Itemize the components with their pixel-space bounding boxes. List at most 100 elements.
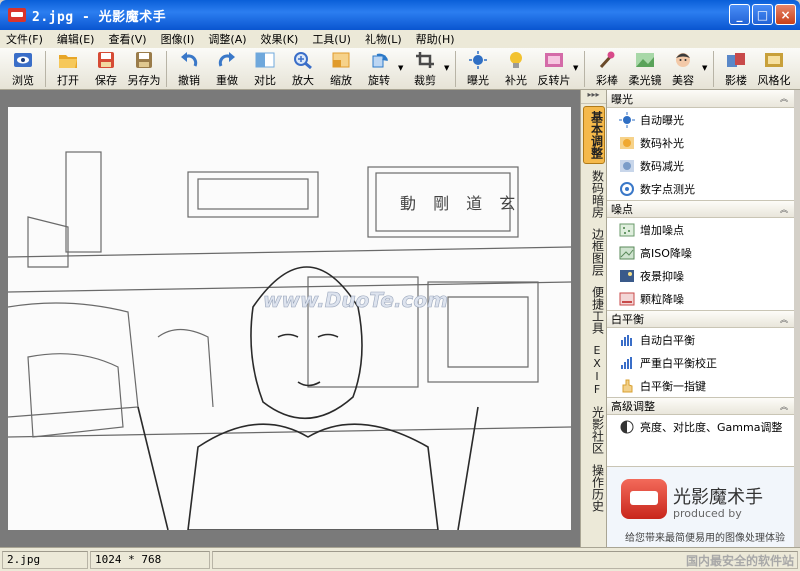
- soft-light-icon: [634, 50, 656, 70]
- auto-wb-item[interactable]: 自动白平衡: [607, 328, 794, 351]
- toolbar-divider: [166, 51, 167, 87]
- crop-dropdown-icon[interactable]: ▼: [444, 64, 452, 72]
- rotate-button[interactable]: 旋转: [360, 48, 398, 89]
- status-bar: 2.jpg 1024 * 768 国内最安全的软件站: [0, 547, 800, 571]
- close-button[interactable]: ×: [775, 4, 796, 25]
- resize-button[interactable]: 缩放: [322, 48, 360, 89]
- save-icon: [95, 50, 117, 70]
- save-button[interactable]: 保存: [87, 48, 125, 89]
- toolbar-divider: [455, 51, 456, 87]
- night-denoise-item[interactable]: 夜景抑噪: [607, 264, 794, 287]
- auto-exposure-item[interactable]: 自动曝光: [607, 108, 794, 131]
- browse-button[interactable]: 浏览: [4, 48, 42, 89]
- tab-exif[interactable]: EXIF: [583, 340, 605, 400]
- zoom-in-icon: [292, 50, 314, 70]
- collapse-icon[interactable]: ︽: [780, 314, 788, 325]
- resize-icon: [330, 50, 352, 70]
- menu-image[interactable]: 图像(I): [161, 31, 195, 47]
- add-noise-item[interactable]: 增加噪点: [607, 218, 794, 241]
- spot-meter-item[interactable]: 数字点测光: [607, 177, 794, 200]
- save-as-button[interactable]: 另存为: [125, 48, 163, 89]
- tab-history[interactable]: 操作历史: [583, 460, 605, 516]
- undo-icon: [178, 50, 200, 70]
- crop-button[interactable]: 裁剪: [406, 48, 444, 89]
- beauty-button[interactable]: 美容: [664, 48, 702, 89]
- tab-quick-tools[interactable]: 便捷工具: [583, 282, 605, 338]
- collapse-icon[interactable]: ︽: [780, 93, 788, 104]
- photo-canvas[interactable]: 動 剛 道 玄 www.DuoTe.com: [8, 107, 571, 530]
- status-dimensions: 1024 * 768: [90, 550, 210, 569]
- toolbar-divider: [45, 51, 46, 87]
- tab-basic-adjust[interactable]: 基本调整: [582, 106, 605, 164]
- auto-wb-icon: [619, 332, 635, 348]
- brightness-contrast-item[interactable]: 亮度、对比度、Gamma调整: [607, 415, 794, 438]
- undo-button[interactable]: 撤销: [170, 48, 208, 89]
- eye-icon: [12, 50, 34, 70]
- stylize-button[interactable]: 风格化: [755, 48, 793, 89]
- beauty-dropdown-icon[interactable]: ▼: [702, 64, 710, 72]
- sketch-photo: 動 剛 道 玄 www.DuoTe.com: [8, 107, 571, 530]
- grain-denoise-item[interactable]: 颗粒降噪: [607, 287, 794, 310]
- color-wand-icon: [596, 50, 618, 70]
- adjust-panel: 曝光 ︽ 自动曝光 数码补光 数码减光 数字点测光 噪点 ︽ 增加噪点 高ISO…: [606, 90, 794, 547]
- night-denoise-icon: [619, 268, 635, 284]
- digital-dim-item[interactable]: 数码减光: [607, 154, 794, 177]
- collapse-icon[interactable]: ︽: [780, 401, 788, 412]
- toolbar: 浏览 打开 保存 另存为 撤销 重做 对比 放大 缩放 旋转 ▼ 裁剪 ▼ 曝光…: [0, 48, 800, 90]
- panel-collapse-handle[interactable]: ▸▸▸: [581, 90, 606, 104]
- menu-adjust[interactable]: 调整(A): [208, 31, 246, 47]
- auto-exposure-icon: [619, 111, 635, 128]
- menu-view[interactable]: 查看(V): [108, 31, 146, 47]
- redo-icon: [216, 50, 238, 70]
- section-exposure-header[interactable]: 曝光 ︽: [607, 90, 794, 108]
- redo-button[interactable]: 重做: [208, 48, 246, 89]
- grain-denoise-icon: [619, 291, 635, 307]
- section-noise-header[interactable]: 噪点 ︽: [607, 200, 794, 218]
- zoom-in-button[interactable]: 放大: [284, 48, 322, 89]
- wb-finger-item[interactable]: 白平衡一指键: [607, 374, 794, 397]
- studio-button[interactable]: 影楼: [717, 48, 755, 89]
- exposure-button[interactable]: 曝光: [459, 48, 497, 89]
- collapse-icon[interactable]: ︽: [780, 204, 788, 215]
- app-logo-icon: [621, 479, 667, 519]
- soft-light-button[interactable]: 柔光镜: [626, 48, 664, 89]
- open-button[interactable]: 打开: [49, 48, 87, 89]
- section-advanced-header[interactable]: 高级调整 ︽: [607, 397, 794, 415]
- site-watermark: 国内最安全的软件站: [685, 554, 794, 568]
- digital-dim-icon: [619, 158, 635, 174]
- menu-tools[interactable]: 工具(U): [312, 31, 351, 47]
- menu-effects[interactable]: 效果(K): [261, 31, 299, 47]
- minimize-button[interactable]: _: [729, 4, 750, 25]
- window-title: 2.jpg - 光影魔术手: [32, 9, 167, 25]
- maximize-button[interactable]: □: [752, 4, 773, 25]
- svg-text:動 剛 道 玄: 動 剛 道 玄: [400, 194, 521, 213]
- rotate-dropdown-icon[interactable]: ▼: [398, 64, 406, 72]
- reversal-dropdown-icon[interactable]: ▼: [573, 64, 581, 72]
- promo-banner[interactable]: 光影魔术手 produced by 给您带来最简便易用的图像处理体验: [607, 466, 794, 547]
- menu-help[interactable]: 帮助(H): [416, 31, 455, 47]
- tab-community[interactable]: 光影社区: [583, 402, 605, 458]
- wb-correct-item[interactable]: 严重白平衡校正: [607, 351, 794, 374]
- section-white-balance-header[interactable]: 白平衡 ︽: [607, 310, 794, 328]
- menu-file[interactable]: 文件(F): [6, 31, 43, 47]
- digital-fill-item[interactable]: 数码补光: [607, 131, 794, 154]
- brightness-contrast-icon: [619, 419, 635, 435]
- menu-edit[interactable]: 编辑(E): [57, 31, 95, 47]
- color-wand-button[interactable]: 彩棒: [588, 48, 626, 89]
- stylize-icon: [763, 50, 785, 70]
- reversal-film-button[interactable]: 反转片: [535, 48, 573, 89]
- photo-watermark: www.DuoTe.com: [263, 288, 448, 312]
- image-viewer[interactable]: 動 剛 道 玄 www.DuoTe.com: [0, 90, 580, 547]
- crop-icon: [414, 50, 436, 70]
- menu-gifts[interactable]: 礼物(L): [365, 31, 402, 47]
- title-bar: 2.jpg - 光影魔术手 _ □ ×: [0, 0, 800, 30]
- tab-digital-darkroom[interactable]: 数码暗房: [583, 166, 605, 222]
- reversal-film-icon: [543, 50, 565, 70]
- menu-bar: 文件(F) 编辑(E) 查看(V) 图像(I) 调整(A) 效果(K) 工具(U…: [0, 30, 800, 48]
- iso-denoise-item[interactable]: 高ISO降噪: [607, 241, 794, 264]
- app-logo-icon: [8, 8, 26, 22]
- digital-fill-icon: [619, 135, 635, 151]
- tab-frame-layer[interactable]: 边框图层: [583, 224, 605, 280]
- compare-button[interactable]: 对比: [246, 48, 284, 89]
- fill-light-button[interactable]: 补光: [497, 48, 535, 89]
